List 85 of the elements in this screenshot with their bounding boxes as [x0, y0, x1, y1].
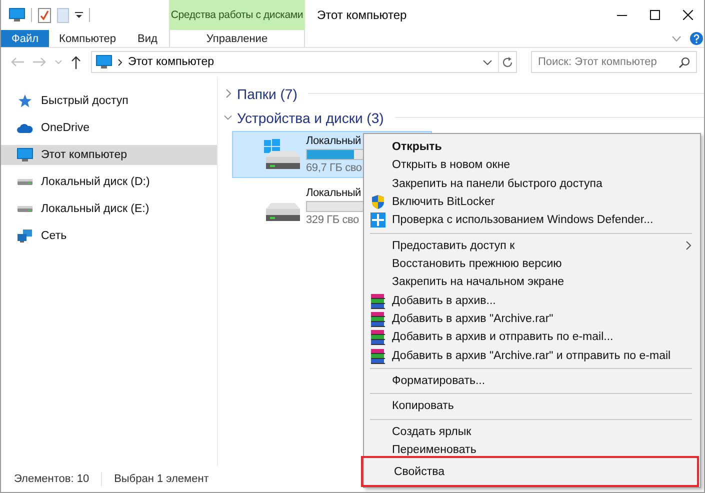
nav-item[interactable]: OneDrive: [1, 118, 217, 138]
address-bar[interactable]: Этот компьютер: [91, 51, 517, 73]
close-icon: [682, 10, 692, 20]
menu-item[interactable]: Добавить в архив "Archive.rar": [364, 310, 700, 328]
nav-label: Локальный диск (E:): [41, 203, 150, 215]
nav-item[interactable]: Сеть: [1, 226, 217, 246]
nav-label: Локальный диск (D:): [41, 176, 150, 188]
chevron-down-icon[interactable]: [483, 60, 492, 64]
menu-item[interactable]: Восстановить прежнюю версию: [364, 254, 700, 274]
menu-item[interactable]: Форматировать...: [364, 372, 700, 390]
menu-item-label: Предоставить доступ к: [392, 240, 516, 252]
monitor-icon: [9, 8, 25, 22]
menu-item-label: Добавить в архив "Archive.rar": [392, 313, 554, 326]
item-count: Элементов: 10: [14, 473, 90, 485]
menu-item-label: Копировать: [392, 400, 455, 412]
drive-icon: [17, 205, 33, 213]
menu-item-label: Добавить в архив...: [392, 294, 497, 307]
free-space: 329 ГБ сво: [306, 214, 359, 226]
menu-item-label: Переименовать: [392, 444, 478, 456]
grid-square-icon: [370, 212, 386, 228]
books-icon: [370, 292, 386, 309]
books-icon: [370, 329, 386, 346]
menu-item[interactable]: Создать ярлык: [364, 422, 700, 441]
cloud-icon: [17, 123, 33, 133]
refresh-icon[interactable]: [502, 56, 513, 68]
ribbon-tab[interactable]: Вид: [126, 30, 169, 47]
menu-item[interactable]: Копировать: [364, 397, 700, 416]
menu-item-label: Проверка с использованием Windows Defender...: [392, 214, 654, 226]
chevron-right-icon: [118, 58, 122, 66]
books-icon: [370, 311, 386, 328]
books-icon: [370, 348, 386, 364]
drive-name: Локальный: [306, 186, 361, 198]
drive-name: Локальный: [306, 134, 361, 146]
shield-icon: [370, 194, 386, 210]
drive-icon: [17, 178, 33, 186]
nav-label: OneDrive: [41, 122, 90, 134]
window-title: Этот компьютер: [317, 7, 407, 24]
ribbon-tab[interactable]: Управление: [169, 30, 305, 47]
nav-label: Этот компьютер: [41, 149, 127, 161]
menu-item[interactable]: Добавить в архив "Archive.rar" и отправить по e-mail: [364, 346, 700, 365]
chevron-right-icon: [686, 241, 691, 250]
help-icon[interactable]: [690, 32, 703, 45]
menu-item[interactable]: Включить BitLocker: [364, 192, 700, 212]
menu-item-label: Включить BitLocker: [392, 196, 496, 208]
nav-item[interactable]: Быстрый доступ: [1, 91, 217, 111]
menu-item-label: Восстановить прежнюю версию: [392, 258, 563, 270]
menu-item-label: Добавить в архив и отправить по e-mail...: [392, 331, 614, 344]
chevron-right-icon[interactable]: [226, 89, 230, 98]
selection-count: Выбран 1 элемент: [114, 473, 209, 485]
checklist-icon[interactable]: [38, 8, 51, 22]
menu-item[interactable]: Закрепить на начальном экране: [364, 273, 700, 292]
search-field[interactable]: Поиск: Этот компьютер: [531, 51, 697, 73]
star-icon: [18, 94, 32, 108]
menu-item[interactable]: Закрепить на панели быстрого доступа: [364, 174, 700, 193]
nav-item[interactable]: Этот компьютер: [1, 145, 217, 165]
menu-item[interactable]: Добавить в архив...: [364, 292, 700, 310]
menu-item-label: Свойства: [394, 466, 446, 478]
menu-item-label: Закрепить на начальном экране: [392, 276, 566, 288]
menu-item[interactable]: Проверка с использованием Windows Defender...: [364, 211, 700, 230]
free-space: 69,7 ГБ сво: [306, 162, 362, 174]
caret-icon[interactable]: [75, 11, 83, 19]
search-icon[interactable]: [679, 56, 690, 68]
chevron-down-icon[interactable]: [224, 115, 232, 120]
nav-label: Быстрый доступ: [41, 95, 128, 107]
monitor-icon: [96, 55, 112, 69]
menu-item[interactable]: Предоставить доступ к: [364, 236, 700, 255]
menu-item-label: Форматировать...: [392, 375, 486, 388]
nav-item[interactable]: Локальный диск (D:): [1, 172, 217, 192]
nav-item[interactable]: Локальный диск (E:): [1, 199, 217, 219]
network-icon: [17, 229, 33, 243]
maximize-icon: [650, 10, 660, 20]
ribbon-context-header: Средства работы с дисками: [169, 0, 305, 30]
up-arrow-icon[interactable]: [71, 56, 81, 68]
monitor-icon: [17, 148, 33, 162]
menu-item-label: Закрепить на панели быстрого доступа: [392, 178, 604, 190]
group-heading[interactable]: Устройства и диски (3): [237, 110, 384, 126]
nav-label: Сеть: [41, 230, 67, 242]
group-heading[interactable]: Папки (7): [237, 86, 298, 102]
menu-item[interactable]: Свойства: [361, 456, 699, 487]
ribbon-tab[interactable]: Файл: [1, 30, 49, 47]
menu-item[interactable]: Добавить в архив и отправить по e-mail...: [364, 328, 700, 347]
menu-item-label: Добавить в архив "Archive.rar" и отправить по e-mail: [392, 350, 672, 362]
ribbon-tab[interactable]: Компьютер: [49, 30, 126, 47]
address-path: Этот компьютер: [128, 56, 215, 68]
menu-item-label: Создать ярлык: [392, 426, 472, 438]
